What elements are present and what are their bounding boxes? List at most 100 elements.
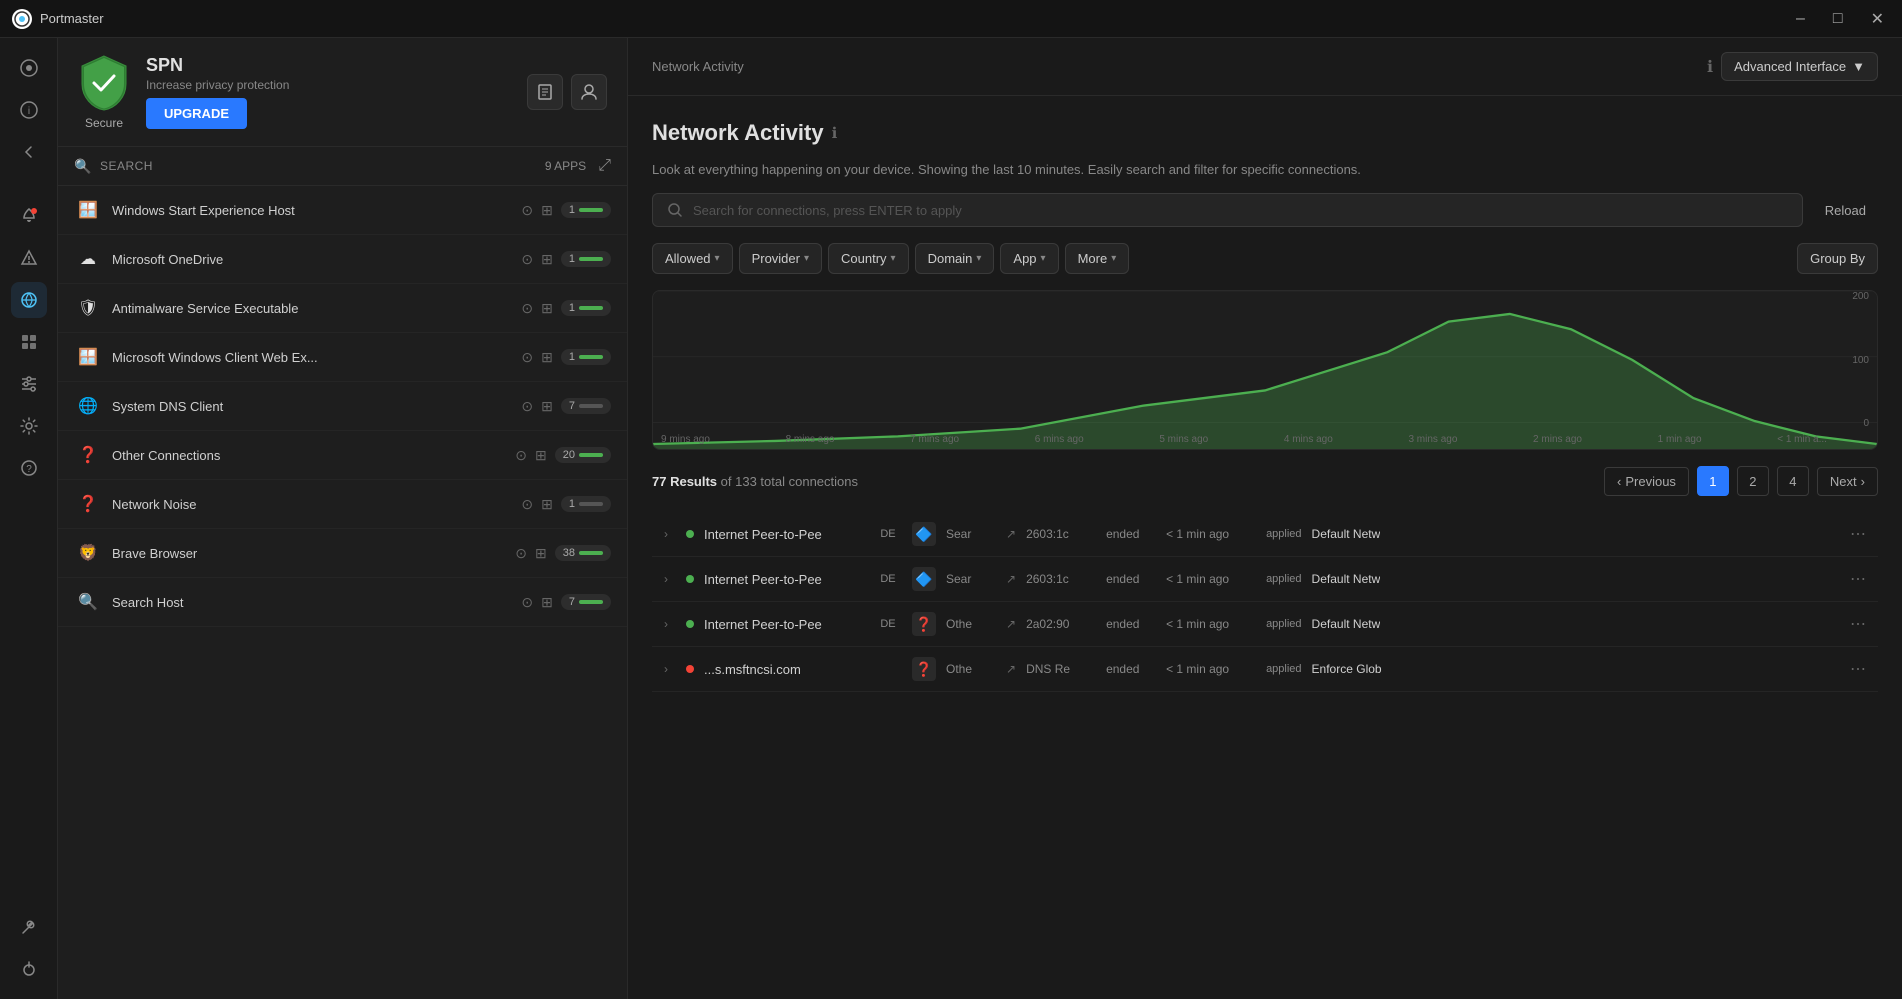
conn-state: ended [1106, 662, 1156, 676]
home-icon[interactable] [11, 50, 47, 86]
power-icon[interactable] [11, 951, 47, 987]
search-input[interactable] [693, 203, 1788, 218]
filter-label: Country [841, 251, 887, 266]
app-list-item[interactable]: 🛡 Antimalware Service Executable ⊙ ⊞ 1 [58, 284, 627, 333]
page-2-button[interactable]: 2 [1737, 466, 1769, 496]
app-grid-icon[interactable]: ⊞ [541, 496, 553, 513]
app-list-item[interactable]: 🪟 Windows Start Experience Host ⊙ ⊞ 1 [58, 186, 627, 235]
help-icon[interactable]: ? [11, 450, 47, 486]
filter-domain-button[interactable]: Domain▾ [915, 243, 995, 274]
conn-app-name: Othe [946, 617, 996, 631]
table-row[interactable]: › Internet Peer-to-Pee DE 🔷 Sear ↗ 2603:… [652, 512, 1878, 557]
expand-icon: › [664, 527, 676, 541]
interface-selector[interactable]: Advanced Interface ▼ [1721, 52, 1878, 81]
conn-menu-button[interactable]: ⋯ [1850, 614, 1866, 634]
filter-allowed-button[interactable]: Allowed▾ [652, 243, 733, 274]
titlebar-left: Portmaster [12, 9, 104, 29]
upgrade-button[interactable]: UPGRADE [146, 98, 247, 129]
filter-icon[interactable] [11, 366, 47, 402]
chart-time-labels: 9 mins ago 8 mins ago 7 mins ago 6 mins … [661, 434, 1827, 445]
expand-button[interactable]: ⤢ [598, 157, 611, 175]
app-icon: 🌐 [74, 392, 102, 420]
app-icon: 🦁 [74, 539, 102, 567]
info-icon[interactable]: i [11, 92, 47, 128]
app-list-item[interactable]: 🌐 System DNS Client ⊙ ⊞ 7 [58, 382, 627, 431]
app-grid-icon[interactable]: ⊞ [541, 251, 553, 268]
app-list-item[interactable]: 🪟 Microsoft Windows Client Web Ex... ⊙ ⊞… [58, 333, 627, 382]
conn-app-icon: 🔷 [912, 522, 936, 546]
conn-address: DNS Re [1026, 662, 1096, 676]
alerts-icon[interactable] [11, 198, 47, 234]
group-by-button[interactable]: Group By [1797, 243, 1878, 274]
profile-icon[interactable] [571, 74, 607, 110]
time-label-8: 8 mins ago [786, 434, 835, 445]
header-info-button[interactable]: ℹ [1707, 57, 1713, 77]
maximize-button[interactable]: □ [1827, 7, 1849, 31]
status-dot [579, 306, 603, 310]
app-list-item[interactable]: 🔍 Search Host ⊙ ⊞ 7 [58, 578, 627, 627]
app-icon: 🛡 [74, 294, 102, 322]
app-grid-icon[interactable]: ⊞ [541, 398, 553, 415]
apps-icon[interactable] [11, 324, 47, 360]
app-settings-icon[interactable]: ⊙ [521, 202, 533, 219]
reload-button[interactable]: Reload [1813, 197, 1878, 224]
app-settings-icon[interactable]: ⊙ [521, 300, 533, 317]
app-list-item[interactable]: ❓ Other Connections ⊙ ⊞ 20 [58, 431, 627, 480]
warning-icon[interactable] [11, 240, 47, 276]
conn-menu-button[interactable]: ⋯ [1850, 524, 1866, 544]
close-button[interactable]: ✕ [1865, 7, 1890, 31]
conn-menu-button[interactable]: ⋯ [1850, 569, 1866, 589]
settings-icon[interactable] [11, 408, 47, 444]
next-button[interactable]: Next › [1817, 467, 1878, 496]
filter-country-button[interactable]: Country▾ [828, 243, 909, 274]
title-info-button[interactable]: ℹ [832, 124, 838, 142]
page-4-button[interactable]: 4 [1777, 466, 1809, 496]
notes-icon[interactable] [527, 74, 563, 110]
minimize-button[interactable]: – [1790, 7, 1811, 31]
table-row[interactable]: › ...s.msftncsi.com ❓ Othe ↗ DNS Re ende… [652, 647, 1878, 692]
app-count-badge: 7 [561, 398, 611, 414]
app-settings-icon[interactable]: ⊙ [521, 251, 533, 268]
network-icon[interactable] [11, 282, 47, 318]
app-count: 1 [569, 351, 575, 363]
app-settings-icon[interactable]: ⊙ [521, 594, 533, 611]
table-row[interactable]: › Internet Peer-to-Pee DE 🔷 Sear ↗ 2603:… [652, 557, 1878, 602]
search-icon [667, 202, 683, 218]
app-count-badge: 20 [555, 447, 611, 463]
chart-label-0: 0 [1863, 418, 1869, 429]
app-settings-icon[interactable]: ⊙ [521, 349, 533, 366]
page-1-button[interactable]: 1 [1697, 466, 1729, 496]
conn-menu-button[interactable]: ⋯ [1850, 659, 1866, 679]
conn-policy-label: applied [1266, 528, 1301, 540]
conn-time: < 1 min ago [1166, 662, 1256, 676]
spn-desc: Increase privacy protection [146, 78, 289, 92]
app-list-item[interactable]: 🦁 Brave Browser ⊙ ⊞ 38 [58, 529, 627, 578]
conn-policy: Default Netw [1312, 617, 1381, 631]
spn-actions [527, 74, 607, 110]
app-list-item[interactable]: ❓ Network Noise ⊙ ⊞ 1 [58, 480, 627, 529]
conn-name: Internet Peer-to-Pee [704, 527, 864, 542]
app-settings-icon[interactable]: ⊙ [515, 545, 527, 562]
conn-state: ended [1106, 617, 1156, 631]
app-grid-icon[interactable]: ⊞ [541, 349, 553, 366]
filter-more-button[interactable]: More▾ [1065, 243, 1130, 274]
filter-app-button[interactable]: App▾ [1000, 243, 1058, 274]
status-dot [579, 355, 603, 359]
tools-icon[interactable] [11, 909, 47, 945]
filter-provider-button[interactable]: Provider▾ [739, 243, 822, 274]
status-dot [579, 257, 603, 261]
chart-area: 200 100 0 9 mins ago 8 mins ago 7 mins a… [652, 290, 1878, 450]
app-settings-icon[interactable]: ⊙ [521, 496, 533, 513]
back-icon[interactable] [11, 134, 47, 170]
app-grid-icon[interactable]: ⊞ [535, 447, 547, 464]
app-grid-icon[interactable]: ⊞ [541, 202, 553, 219]
app-grid-icon[interactable]: ⊞ [541, 594, 553, 611]
app-grid-icon[interactable]: ⊞ [541, 300, 553, 317]
app-grid-icon[interactable]: ⊞ [535, 545, 547, 562]
app-list-item[interactable]: ☁ Microsoft OneDrive ⊙ ⊞ 1 [58, 235, 627, 284]
app-settings-icon[interactable]: ⊙ [515, 447, 527, 464]
app-settings-icon[interactable]: ⊙ [521, 398, 533, 415]
status-dot [579, 208, 603, 212]
table-row[interactable]: › Internet Peer-to-Pee DE ❓ Othe ↗ 2a02:… [652, 602, 1878, 647]
prev-button[interactable]: ‹ Previous [1604, 467, 1689, 496]
